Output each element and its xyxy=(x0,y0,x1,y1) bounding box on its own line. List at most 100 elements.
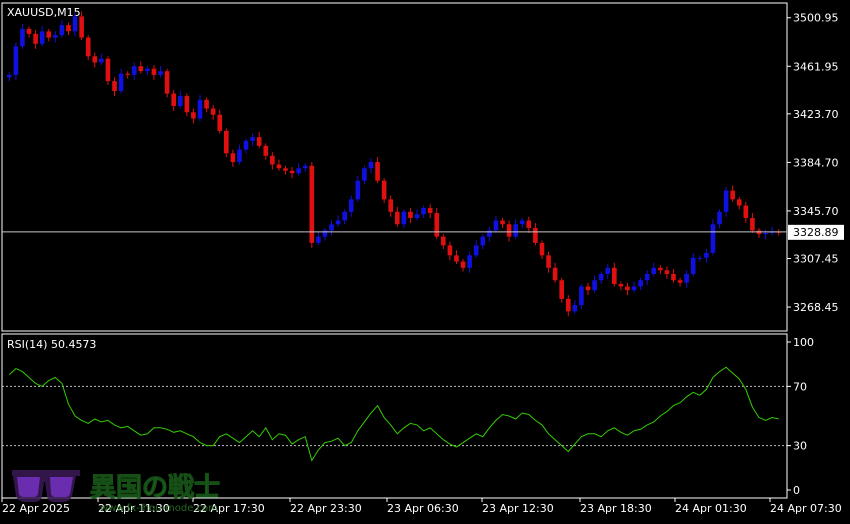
candle-body xyxy=(348,199,354,212)
candle-body xyxy=(506,224,512,237)
candle-body xyxy=(690,257,696,275)
candle-body xyxy=(118,73,124,92)
candle-body xyxy=(131,66,137,75)
candle-body xyxy=(644,274,650,281)
candle-body xyxy=(473,245,479,256)
candle-body xyxy=(618,283,624,287)
time-tick-label: 24 Apr 07:30 xyxy=(770,502,842,515)
candle-body xyxy=(20,28,25,47)
price-pane-frame xyxy=(1,2,788,332)
price-tick-label: 3268.45 xyxy=(793,301,839,314)
candle-body xyxy=(434,213,440,237)
candle-body xyxy=(224,130,229,154)
candle-body xyxy=(572,305,578,312)
candle-body xyxy=(612,267,617,284)
rsi-tick-label: 0 xyxy=(793,484,800,497)
candle-body xyxy=(368,162,374,169)
candle-body xyxy=(631,286,637,291)
rsi-tick-label: 70 xyxy=(793,380,807,393)
candle-body xyxy=(763,232,768,235)
current-price-label: 3328.89 xyxy=(788,224,844,240)
candle-body xyxy=(158,71,163,75)
candle-body xyxy=(79,16,84,38)
rsi-tick-label: 100 xyxy=(793,336,814,349)
candle-body xyxy=(381,180,387,200)
candle-body xyxy=(480,236,486,246)
candle-body xyxy=(750,218,755,231)
candle-body xyxy=(237,149,242,163)
candle-body xyxy=(427,208,433,214)
candle-body xyxy=(414,214,420,219)
candle-body xyxy=(289,170,295,174)
candle-body xyxy=(99,58,104,63)
candle-body xyxy=(217,114,223,131)
candle-body xyxy=(210,108,216,115)
time-tick-label: 23 Apr 06:30 xyxy=(387,502,459,515)
candle-body xyxy=(533,227,538,243)
candle-body xyxy=(710,224,716,253)
price-tick-label: 3461.95 xyxy=(793,60,839,73)
candle-body xyxy=(270,155,275,165)
candle-body xyxy=(736,199,742,206)
candle-body xyxy=(460,261,466,268)
candle-body xyxy=(493,220,499,231)
trading-chart[interactable]: XAUUSD,M15 3500.95 3461.95 3423.70 3384.70 3… xyxy=(0,0,850,520)
candle-body xyxy=(125,73,130,75)
rsi-axis: 100 70 30 0 xyxy=(787,336,814,497)
candle-body xyxy=(388,199,394,212)
candle-body xyxy=(309,165,315,243)
candle-body xyxy=(717,211,722,225)
candle-body xyxy=(256,137,262,146)
candle-body xyxy=(46,31,52,38)
candle-body xyxy=(230,153,236,163)
candle-body xyxy=(177,96,183,107)
candle-body xyxy=(26,28,32,34)
candle-body xyxy=(39,31,45,44)
candle-body xyxy=(243,140,249,150)
candle-body xyxy=(447,245,453,256)
candle-body xyxy=(671,274,676,281)
candle-body xyxy=(250,137,255,141)
candle-body xyxy=(329,224,334,231)
candle-body xyxy=(204,99,209,109)
candle-body xyxy=(105,58,111,82)
candle-body xyxy=(546,255,551,268)
watermark-url: www.fx-ihou-mode.com xyxy=(100,503,218,514)
candle-body xyxy=(598,274,604,281)
candle-body xyxy=(184,96,190,113)
candle-body xyxy=(579,286,584,306)
candle-body xyxy=(263,145,269,156)
candle-body xyxy=(13,46,19,75)
candle-body xyxy=(401,211,407,225)
candle-body xyxy=(565,298,571,312)
rsi-title: RSI(14) 50.4573 xyxy=(7,338,96,351)
time-tick-label: 24 Apr 01:30 xyxy=(675,502,747,515)
candle-body xyxy=(421,208,426,215)
candle-body xyxy=(138,66,144,72)
candle-body xyxy=(112,81,117,92)
price-tick-label: 3384.70 xyxy=(793,156,839,169)
candle-body xyxy=(454,255,459,262)
candle-body xyxy=(145,68,150,72)
candle-body xyxy=(467,255,472,268)
candle-body xyxy=(585,286,591,291)
candle-body xyxy=(559,280,564,299)
candle-body xyxy=(592,280,597,291)
candle-body xyxy=(92,56,98,63)
candle-body xyxy=(519,220,525,225)
candle-body xyxy=(197,99,203,119)
price-pane[interactable]: XAUUSD,M15 3500.95 3461.95 3423.70 3384.70 3… xyxy=(1,2,844,332)
chart-title: XAUUSD,M15 xyxy=(7,6,81,19)
price-tick-label: 3423.70 xyxy=(793,108,839,121)
price-tick-label: 3500.95 xyxy=(793,12,839,25)
candle-body xyxy=(276,164,282,169)
price-axis: 3500.95 3461.95 3423.70 3384.70 3345.70 3307.… xyxy=(787,12,839,314)
candle-body xyxy=(151,68,157,75)
candle-body xyxy=(552,267,558,281)
candle-body xyxy=(375,162,380,181)
candle-body xyxy=(394,211,400,225)
candle-body xyxy=(526,220,532,228)
candle-body xyxy=(72,16,78,32)
candle-body xyxy=(539,242,545,256)
candle-body xyxy=(605,267,611,275)
